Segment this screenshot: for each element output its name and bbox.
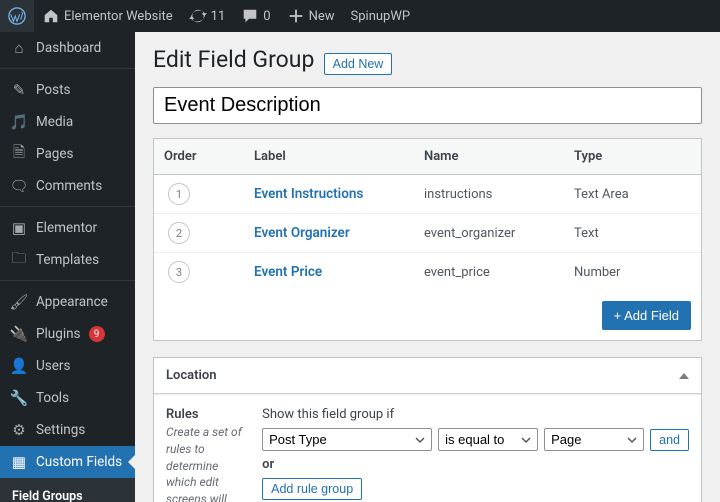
page-icon: 🗎 [10,145,28,163]
plus-icon [287,7,305,25]
field-type: Text [564,216,701,251]
rules-desc: Create a set of rules to determine which… [166,424,246,502]
menu-dashboard[interactable]: ⌂Dashboard [0,32,135,64]
menu-comments[interactable]: 🗨Comments [0,170,135,202]
plugins-badge: 9 [89,326,105,342]
brush-icon: 🖌 [10,293,28,311]
order-handle[interactable]: 2 [168,222,190,244]
add-field-button[interactable]: + Add Field [602,301,691,330]
menu-pages[interactable]: 🗎Pages [0,138,135,170]
menu-settings[interactable]: ⚙Settings [0,414,135,446]
submenu-custom-fields: Field Groups Add New Tools [0,478,135,502]
elementor-icon: ▣ [10,219,28,237]
submenu-field-groups[interactable]: Field Groups [0,484,135,502]
location-postbox: Location Rules Create a set of rules to … [153,357,702,502]
field-label[interactable]: Event Organizer [244,215,414,251]
field-group-title-input[interactable] [153,87,702,124]
spinupwp[interactable]: SpinupWP [343,0,419,32]
admin-sidebar: ⌂Dashboard ✎Posts 🎵Media 🗎Pages 🗨Comment… [0,32,135,502]
col-type: Type [564,139,701,174]
menu-media[interactable]: 🎵Media [0,106,135,138]
field-name: event_organizer [414,216,564,251]
field-label[interactable]: Event Instructions [244,176,414,212]
menu-tools[interactable]: 🔧Tools [0,382,135,414]
new-content[interactable]: New [279,0,343,32]
wrench-icon: 🔧 [10,389,28,407]
location-title: Location [166,368,217,383]
rule-value-select[interactable]: Page [544,428,644,451]
home-icon [42,7,60,25]
comments-count[interactable]: 0 [233,0,278,32]
and-button[interactable]: and [650,429,689,451]
page-title: Edit Field Group [153,46,314,73]
site-name[interactable]: Elementor Website [34,0,181,32]
or-label: or [262,457,689,472]
location-header[interactable]: Location [154,358,701,394]
rule-param-select[interactable]: Post Type [262,428,432,451]
field-row[interactable]: 3 Event Price event_price Number [154,253,701,291]
updates[interactable]: 11 [181,0,234,32]
col-order: Order [154,139,244,174]
wp-logo[interactable] [0,0,34,32]
folder-icon: 🗀 [10,251,28,269]
fields-postbox: Order Label Name Type 1 Event Instructio… [153,138,702,341]
plug-icon: 🔌 [10,325,28,343]
pin-icon: ✎ [10,81,28,99]
add-new-button[interactable]: Add New [324,53,393,75]
grid-icon: ▦ [10,453,28,471]
comment-icon [241,7,259,25]
field-label[interactable]: Event Price [244,254,414,290]
field-type: Text Area [564,177,701,212]
refresh-icon [189,7,207,25]
add-rule-group-button[interactable]: Add rule group [262,478,362,500]
menu-posts[interactable]: ✎Posts [0,74,135,106]
media-icon: 🎵 [10,113,28,131]
col-label: Label [244,139,414,174]
menu-plugins[interactable]: 🔌Plugins 9 [0,318,135,350]
menu-elementor[interactable]: ▣Elementor [0,212,135,244]
rules-heading: Rules [166,407,246,422]
menu-custom-fields[interactable]: ▦Custom Fields [0,446,135,478]
field-type: Number [564,255,701,290]
dashboard-icon: ⌂ [10,39,28,57]
fields-table-header: Order Label Name Type [154,139,701,175]
show-if-label: Show this field group if [262,407,689,422]
admin-bar: Elementor Website 11 0 New SpinupWP [0,0,720,32]
field-row[interactable]: 1 Event Instructions instructions Text A… [154,175,701,214]
user-icon: 👤 [10,357,28,375]
menu-templates[interactable]: 🗀Templates [0,244,135,276]
comment-icon: 🗨 [10,177,28,195]
menu-appearance[interactable]: 🖌Appearance [0,286,135,318]
menu-users[interactable]: 👤Users [0,350,135,382]
field-name: instructions [414,177,564,212]
sliders-icon: ⚙ [10,421,28,439]
field-name: event_price [414,255,564,290]
rule-operator-select[interactable]: is equal to [438,428,538,451]
main-content: Edit Field Group Add New Order Label Nam… [135,32,720,502]
field-row[interactable]: 2 Event Organizer event_organizer Text [154,214,701,253]
order-handle[interactable]: 1 [168,183,190,205]
collapse-icon[interactable] [679,373,689,379]
col-name: Name [414,139,564,174]
order-handle[interactable]: 3 [168,261,190,283]
